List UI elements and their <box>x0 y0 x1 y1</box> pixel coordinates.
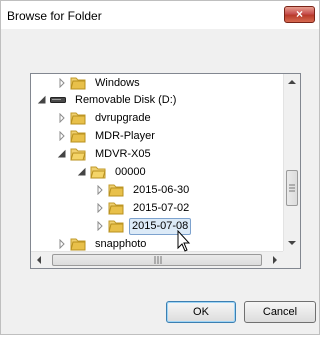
collapse-arrow-icon[interactable] <box>57 149 67 159</box>
scroll-down-icon[interactable] <box>288 240 296 246</box>
folder-tree[interactable]: Windows Removable Disk (D:) dvrupgrade M… <box>30 73 301 269</box>
folder-icon <box>108 202 124 215</box>
cancel-button[interactable]: Cancel <box>244 301 316 323</box>
folder-open-icon <box>90 166 106 179</box>
scrollbar-corner <box>283 251 300 268</box>
tree-item-removable-disk[interactable]: Removable Disk (D:) <box>37 91 180 109</box>
tree-item-mdvr-x05[interactable]: MDVR-X05 <box>57 145 155 163</box>
window-title: Browse for Folder <box>7 9 102 23</box>
vertical-scrollbar[interactable] <box>283 74 300 252</box>
tree-item-label: dvrupgrade <box>95 111 151 124</box>
horizontal-scrollbar[interactable] <box>31 251 284 268</box>
mouse-cursor-icon <box>177 230 191 252</box>
tree-item-2015-07-02[interactable]: 2015-07-02 <box>95 199 193 217</box>
collapse-arrow-icon[interactable] <box>77 167 87 177</box>
tree-item-label: MDR-Player <box>95 129 155 142</box>
expand-arrow-icon[interactable] <box>57 112 67 124</box>
scroll-left-icon[interactable] <box>36 256 42 264</box>
tree-item-windows[interactable]: Windows <box>57 74 144 92</box>
tree-item-dvrupgrade[interactable]: dvrupgrade <box>57 109 155 127</box>
browse-for-folder-dialog: Browse for Folder × Windows Removable Di… <box>0 0 320 335</box>
folder-icon <box>108 184 124 197</box>
scroll-right-icon[interactable] <box>272 256 278 264</box>
tree-item-label: Windows <box>95 76 140 89</box>
tree-item-label: 2015-07-02 <box>133 201 190 214</box>
drive-icon <box>50 97 66 103</box>
vertical-scroll-thumb[interactable] <box>286 170 298 206</box>
close-button[interactable]: × <box>284 6 315 23</box>
folder-icon <box>70 77 86 90</box>
tree-item-label: Removable Disk (D:) <box>75 93 177 106</box>
tree-item-label: snapphoto <box>95 237 147 250</box>
folder-icon <box>108 220 124 233</box>
expand-arrow-icon[interactable] <box>57 130 67 142</box>
tree-item-label: MDVR-X05 <box>95 147 151 160</box>
ok-button[interactable]: OK <box>166 301 236 323</box>
title-bar: Browse for Folder × <box>1 1 319 29</box>
tree-item-00000[interactable]: 00000 <box>77 163 150 181</box>
horizontal-scroll-thumb[interactable] <box>52 254 262 266</box>
close-icon: × <box>295 7 303 21</box>
folder-icon <box>70 130 86 143</box>
folder-open-icon <box>70 148 86 161</box>
folder-icon <box>70 238 86 251</box>
grip-icon <box>154 256 162 264</box>
tree-item-mdr-player[interactable]: MDR-Player <box>57 127 159 145</box>
tree-item-2015-06-30[interactable]: 2015-06-30 <box>95 181 193 199</box>
folder-icon <box>70 112 86 125</box>
grip-icon <box>289 184 295 192</box>
expand-arrow-icon[interactable] <box>95 220 105 232</box>
tree-item-label: 2015-06-30 <box>133 183 190 196</box>
collapse-arrow-icon[interactable] <box>37 95 47 105</box>
scroll-up-icon[interactable] <box>288 79 296 85</box>
expand-arrow-icon[interactable] <box>95 184 105 196</box>
expand-arrow-icon[interactable] <box>95 202 105 214</box>
tree-item-label: 00000 <box>115 165 146 178</box>
expand-arrow-icon[interactable] <box>57 238 67 250</box>
expand-arrow-icon[interactable] <box>57 77 67 89</box>
